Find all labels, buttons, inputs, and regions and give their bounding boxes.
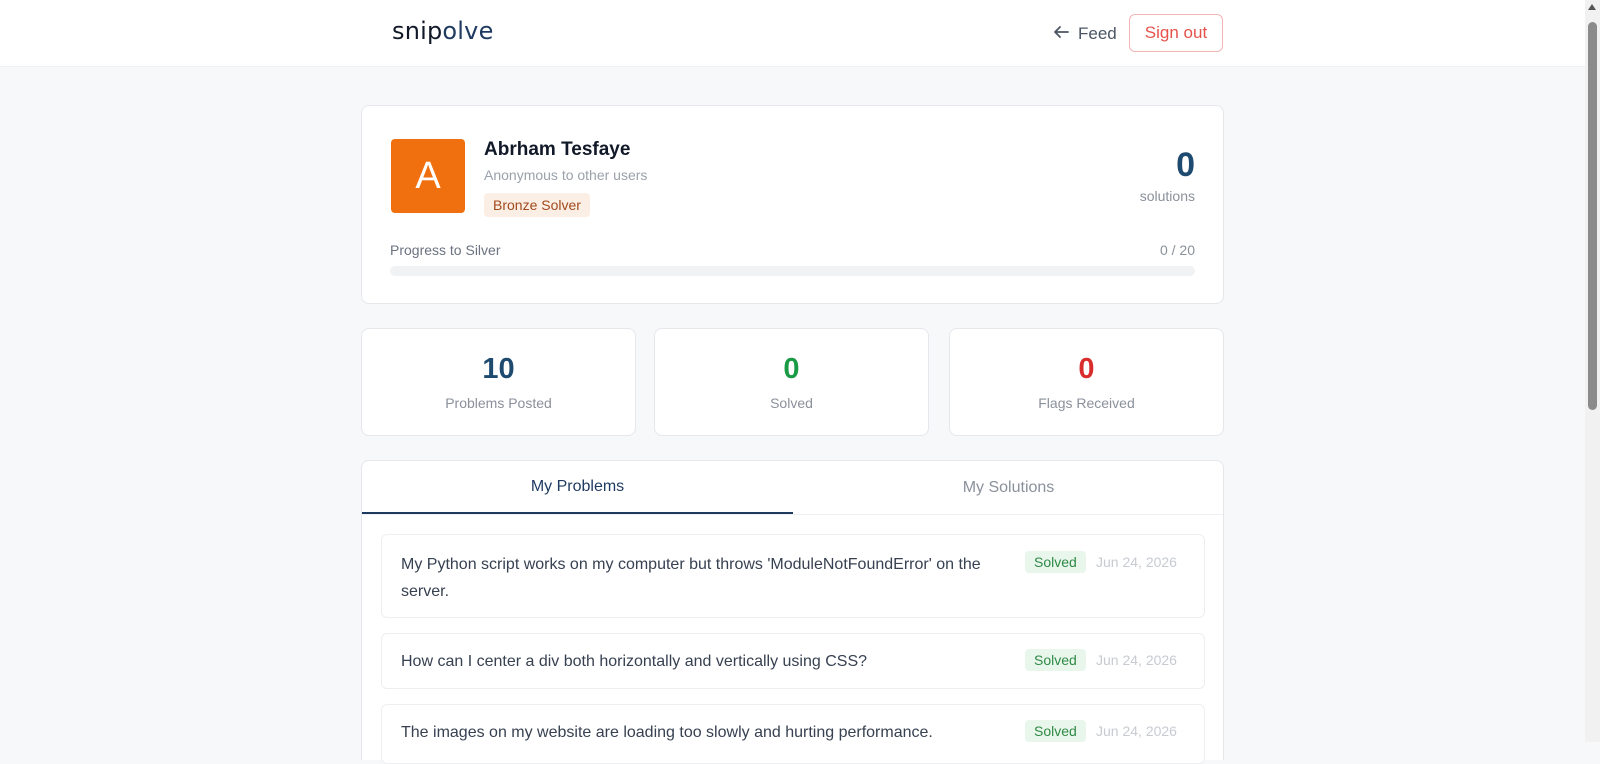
arrow-left-icon — [1052, 23, 1070, 46]
profile-name: Abrham Tesfaye — [484, 139, 631, 160]
logo-text-part1: snip — [392, 17, 443, 45]
tab-my-solutions[interactable]: My Solutions — [793, 461, 1224, 514]
rank-badge: Bronze Solver — [484, 193, 590, 217]
stat-value: 10 — [482, 353, 515, 385]
solutions-label: solutions — [1139, 188, 1195, 204]
profile-card: A Abrham Tesfaye Anonymous to other user… — [361, 105, 1224, 304]
stat-label: Solved — [770, 395, 813, 411]
logo-text-part2: olve — [442, 17, 494, 45]
tab-divider — [362, 514, 1223, 515]
stat-value: 0 — [783, 353, 800, 385]
problem-date: Jun 24, 2026 — [1096, 723, 1177, 739]
status-badge: Solved — [1025, 551, 1086, 573]
profile-subtitle: Anonymous to other users — [484, 167, 648, 183]
problem-date: Jun 24, 2026 — [1096, 652, 1177, 668]
progress-label: Progress to Silver — [390, 242, 501, 258]
sign-out-button[interactable]: Sign out — [1129, 14, 1223, 52]
avatar: A — [391, 139, 465, 213]
problem-date: Jun 24, 2026 — [1096, 554, 1177, 570]
problem-title: How can I center a div both horizontally… — [401, 653, 868, 670]
stat-value: 0 — [1078, 353, 1095, 385]
progress-bar — [390, 266, 1195, 276]
status-badge: Solved — [1025, 649, 1086, 671]
solutions-count: 0 — [1176, 146, 1195, 184]
stat-label: Problems Posted — [445, 395, 552, 411]
top-navigation-bar: snipolve Feed Sign out — [0, 0, 1585, 67]
problem-title: My Python script works on my computer bu… — [401, 556, 981, 600]
page-scrollbar[interactable] — [1585, 0, 1600, 742]
problem-list-item[interactable]: How can I center a div both horizontally… — [381, 633, 1205, 689]
status-badge: Solved — [1025, 720, 1086, 742]
stat-label: Flags Received — [1038, 395, 1135, 411]
stat-card-problems-posted: 10 Problems Posted — [361, 328, 636, 436]
progress-value: 0 / 20 — [1159, 242, 1195, 258]
activity-tabs-panel: My Problems My Solutions My Python scrip… — [361, 460, 1224, 764]
snipolve-logo[interactable]: snipolve — [392, 17, 494, 45]
feed-link[interactable]: Feed — [1052, 22, 1117, 46]
scrollbar-thumb[interactable] — [1588, 22, 1597, 410]
feed-link-label: Feed — [1078, 24, 1117, 43]
problem-list-item[interactable]: My Python script works on my computer bu… — [381, 534, 1205, 618]
scroll-up-arrow-icon[interactable] — [1588, 4, 1596, 10]
stat-card-flags-received: 0 Flags Received — [949, 328, 1224, 436]
problem-list-item[interactable]: The images on my website are loading too… — [381, 704, 1205, 764]
tab-my-problems[interactable]: My Problems — [362, 461, 793, 514]
stat-card-solved: 0 Solved — [654, 328, 929, 436]
